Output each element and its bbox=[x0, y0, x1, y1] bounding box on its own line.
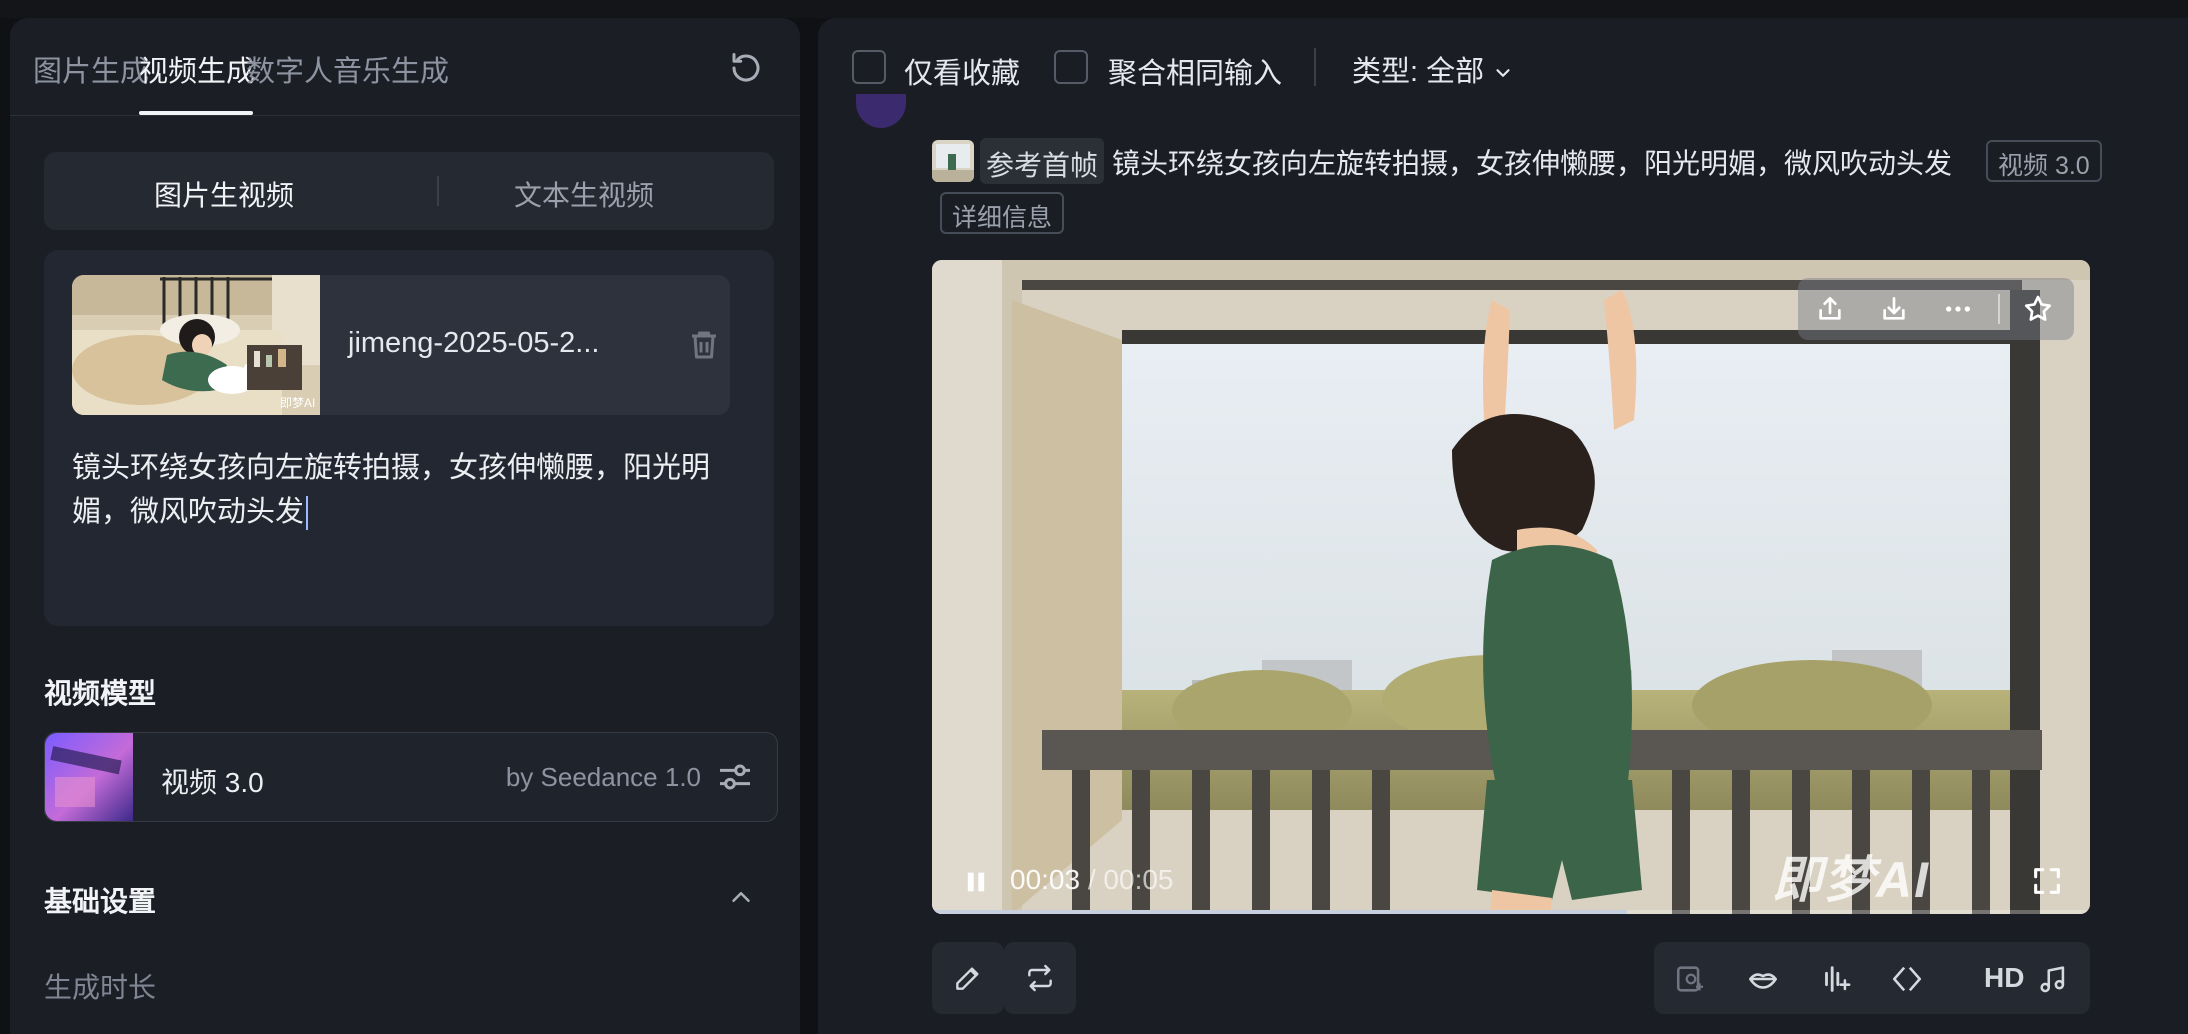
frame-extend-icon[interactable] bbox=[1674, 962, 1708, 996]
type-filter-label: 类型: 全部 bbox=[1352, 56, 1485, 88]
top-strip bbox=[0, 0, 2188, 18]
details-tag[interactable]: 详细信息 bbox=[940, 192, 1065, 234]
tab-image-generation[interactable]: 图片生成 bbox=[33, 48, 149, 90]
mode-switch: 图片生视频 文本生视频 bbox=[44, 152, 774, 230]
tab-video-generation[interactable]: 视频生成 bbox=[139, 48, 255, 90]
reference-frame-label: 参考首帧 bbox=[980, 138, 1105, 184]
filter-divider bbox=[1314, 48, 1316, 86]
chevron-down-icon bbox=[1496, 69, 1510, 78]
hd-upscale-button[interactable]: HD bbox=[1984, 962, 2024, 994]
model-tag[interactable]: 视频 3.0 bbox=[1986, 140, 2102, 182]
more-icon[interactable] bbox=[1942, 293, 1974, 325]
pause-icon[interactable] bbox=[962, 868, 990, 896]
star-icon[interactable] bbox=[2022, 293, 2054, 325]
refresh-icon[interactable] bbox=[728, 50, 764, 86]
video-player[interactable]: 00:03 / 00:05 即梦AI bbox=[932, 260, 2090, 914]
generation-panel: 图片生成 视频生成 数字人 音乐生成 图片生视频 文本生视频 即梦AI jime… bbox=[10, 18, 800, 1034]
audio-wave-icon[interactable] bbox=[1818, 962, 1852, 996]
share-icon[interactable] bbox=[1814, 293, 1846, 325]
video-frame bbox=[932, 260, 2090, 914]
uploaded-image-thumbnail[interactable]: 即梦AI bbox=[72, 275, 320, 415]
type-filter-dropdown[interactable]: 类型: 全部 bbox=[1352, 48, 1514, 88]
text-caret bbox=[306, 496, 309, 531]
fullscreen-icon[interactable] bbox=[2030, 864, 2064, 898]
frame-interpolate-icon[interactable] bbox=[1890, 962, 1924, 996]
model-selector[interactable]: 视频 3.0 by Seedance 1.0 bbox=[44, 732, 778, 822]
lip-sync-icon[interactable] bbox=[1746, 962, 1780, 996]
total-time: 00:05 bbox=[1103, 864, 1174, 895]
uploaded-filename: jimeng-2025-05-2... bbox=[348, 327, 600, 359]
prompt-text: 镜头环绕女孩向左旋转拍摄，女孩伸懒腰，阳光明媚，微风吹动头发 bbox=[72, 452, 711, 528]
basic-settings-title: 基础设置 bbox=[44, 886, 157, 917]
mode-text-to-video[interactable]: 文本生视频 bbox=[514, 174, 654, 214]
edit-button[interactable] bbox=[932, 942, 1004, 1014]
chevron-up-icon[interactable] bbox=[726, 882, 756, 912]
uploaded-image-card[interactable]: 即梦AI jimeng-2025-05-2... bbox=[72, 275, 730, 415]
regenerate-button[interactable] bbox=[1004, 942, 1076, 1014]
settings-sliders-icon[interactable] bbox=[715, 757, 755, 797]
tab-music-generation[interactable]: 音乐生成 bbox=[333, 48, 449, 90]
thumbnail-watermark: 即梦AI bbox=[280, 396, 315, 410]
music-icon[interactable] bbox=[2036, 962, 2070, 996]
favorites-label: 仅看收藏 bbox=[904, 58, 1021, 90]
repeat-icon bbox=[1028, 964, 1052, 992]
video-tools-group: HD bbox=[1654, 942, 2090, 1014]
delete-icon[interactable] bbox=[686, 327, 722, 363]
video-watermark: 即梦AI bbox=[1772, 852, 1930, 908]
prompt-input[interactable]: 镜头环绕女孩向左旋转拍摄，女孩伸懒腰，阳光明媚，微风吹动头发 bbox=[72, 446, 732, 534]
merge-label: 聚合相同输入 bbox=[1108, 58, 1283, 90]
active-tab-indicator bbox=[139, 111, 253, 115]
mode-image-to-video[interactable]: 图片生视频 bbox=[154, 174, 294, 214]
time-separator: / bbox=[1080, 864, 1104, 895]
duration-label: 生成时长 bbox=[44, 972, 157, 1003]
mode-divider bbox=[437, 176, 439, 206]
model-thumbnail bbox=[45, 733, 133, 821]
results-panel: 仅看收藏 聚合相同输入 类型: 全部 参考首帧 镜头环绕女孩向左旋转拍摄，女孩伸… bbox=[818, 18, 2188, 1034]
progress-bar[interactable] bbox=[932, 910, 2090, 914]
record-prompt: 镜头环绕女孩向左旋转拍摄，女孩伸懒腰，阳光明媚，微风吹动头发 bbox=[1112, 148, 1953, 179]
playback-time: 00:03 / 00:05 bbox=[1010, 864, 1174, 896]
download-icon[interactable] bbox=[1878, 293, 1910, 325]
progress-fill bbox=[932, 910, 1627, 914]
video-toolbar bbox=[1798, 278, 2074, 340]
favorites-checkbox[interactable] bbox=[852, 50, 886, 84]
video-model-title: 视频模型 bbox=[44, 678, 157, 709]
merge-checkbox[interactable] bbox=[1054, 50, 1088, 84]
model-name: 视频 3.0 bbox=[161, 767, 264, 798]
pencil-icon bbox=[956, 967, 979, 990]
filter-bar: 仅看收藏 聚合相同输入 类型: 全部 bbox=[818, 18, 2188, 114]
prompt-card: 即梦AI jimeng-2025-05-2... 镜头环绕女孩向左旋转拍摄，女孩… bbox=[44, 250, 774, 626]
avatar bbox=[856, 94, 906, 128]
reference-frame-thumbnail[interactable] bbox=[932, 140, 974, 182]
current-time: 00:03 bbox=[1010, 864, 1081, 895]
toolbar-divider bbox=[1998, 294, 2000, 324]
tab-digital-human[interactable]: 数字人 bbox=[246, 48, 333, 90]
generation-tabs: 图片生成 视频生成 数字人 音乐生成 bbox=[10, 18, 800, 116]
model-provider: by Seedance 1.0 bbox=[505, 762, 701, 792]
